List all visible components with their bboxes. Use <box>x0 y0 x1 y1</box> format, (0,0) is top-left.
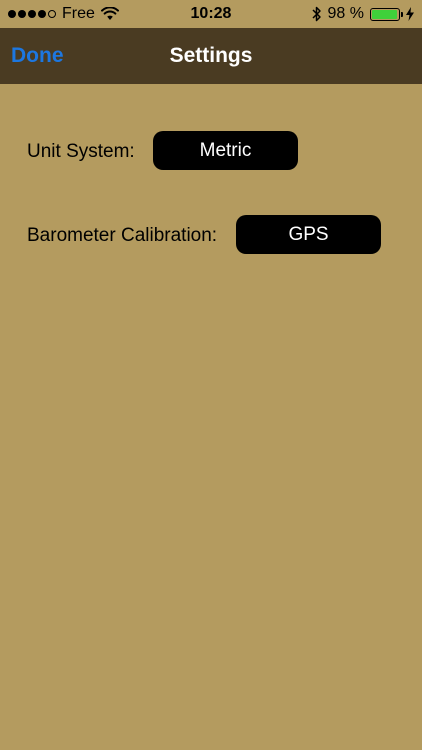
barometer-calibration-label: Barometer Calibration: <box>27 225 218 246</box>
unit-system-label: Unit System: <box>27 141 135 162</box>
settings-content: Unit System: Metric Barometer Calibratio… <box>0 84 422 750</box>
charging-bolt-icon <box>406 7 414 21</box>
status-right: 98 % <box>312 5 414 23</box>
battery-icon <box>370 7 403 21</box>
navigation-bar: Done Settings <box>0 28 422 84</box>
bluetooth-icon <box>312 6 321 22</box>
battery-percentage: 98 % <box>327 5 364 22</box>
barometer-calibration-button[interactable]: GPS <box>236 215 381 254</box>
battery-fill <box>372 9 398 19</box>
unit-system-button[interactable]: Metric <box>153 131 298 170</box>
status-bar: Free 10:28 98 % <box>0 0 422 28</box>
battery-tip <box>401 11 403 17</box>
page-title: Settings <box>169 44 253 67</box>
